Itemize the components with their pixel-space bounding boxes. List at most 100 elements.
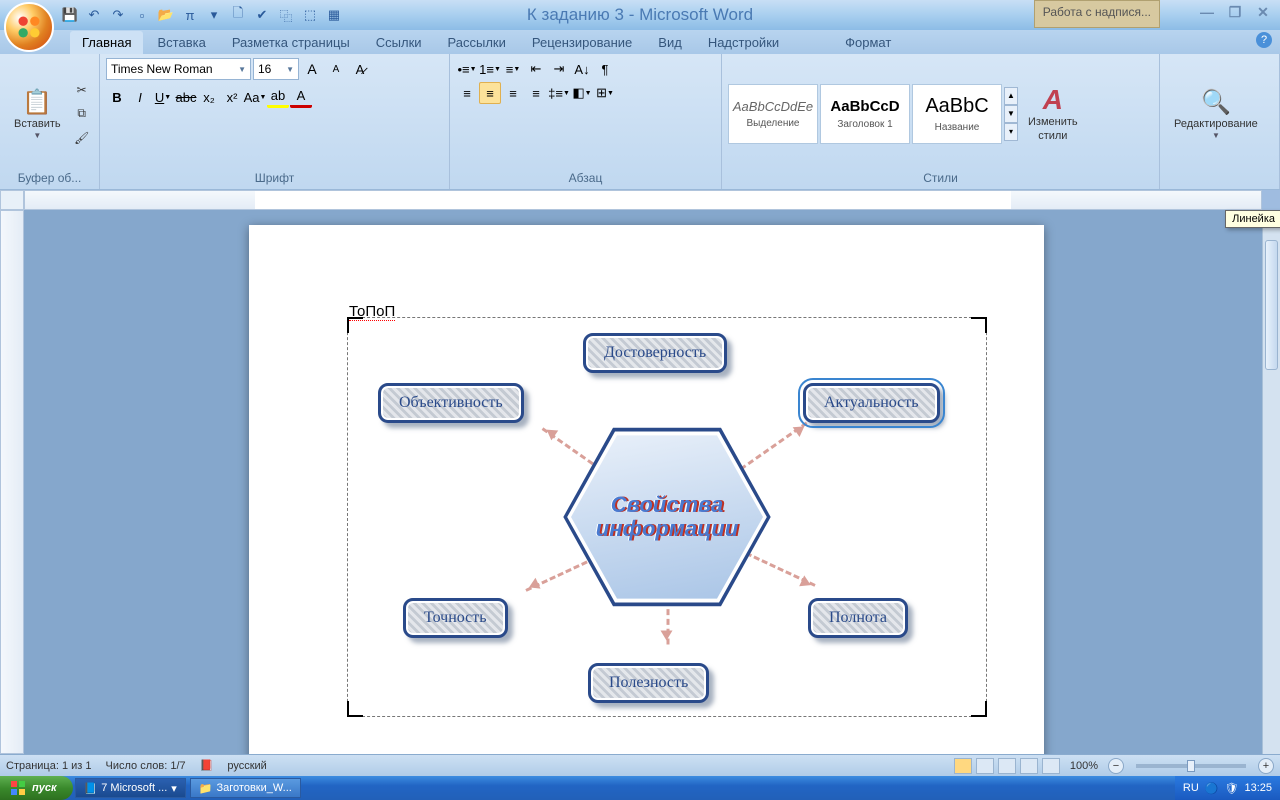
- canvas-icon[interactable]: ▦: [324, 5, 344, 25]
- editing-button[interactable]: 🔍 Редактирование ▼: [1166, 58, 1266, 169]
- view-outline[interactable]: [1020, 758, 1038, 774]
- status-words[interactable]: Число слов: 1/7: [106, 760, 186, 772]
- tray-icon[interactable]: 🛡: [1225, 782, 1239, 795]
- select-icon[interactable]: ⬚: [300, 5, 320, 25]
- start-button[interactable]: пуск: [0, 776, 73, 800]
- view-print-layout[interactable]: [954, 758, 972, 774]
- view-web[interactable]: [998, 758, 1016, 774]
- showmarks-icon[interactable]: ¶: [594, 58, 616, 80]
- superscript-icon[interactable]: x²: [221, 86, 243, 108]
- node-tl[interactable]: Объективность: [378, 383, 524, 423]
- strike-icon[interactable]: abc: [175, 86, 197, 108]
- change-case-icon[interactable]: Aa▼: [244, 86, 266, 108]
- style-gallery[interactable]: AaBbCcDdEeВыделение AaBbCcDЗаголовок 1 A…: [728, 84, 1018, 144]
- copy-icon[interactable]: ⧉: [71, 103, 93, 125]
- minimize-button[interactable]: —: [1196, 3, 1218, 21]
- style-item-0[interactable]: AaBbCcDdEeВыделение: [728, 84, 818, 144]
- node-bl[interactable]: Точность: [403, 598, 508, 638]
- save-icon[interactable]: 💾: [60, 5, 80, 25]
- vertical-scrollbar[interactable]: [1262, 210, 1280, 754]
- tab-mailings[interactable]: Рассылки: [436, 31, 518, 54]
- dec-indent-icon[interactable]: ⇤: [525, 58, 547, 80]
- node-top[interactable]: Достоверность: [583, 333, 727, 373]
- change-styles-button[interactable]: A Изменить стили: [1020, 80, 1086, 146]
- scrollbar-thumb[interactable]: [1265, 240, 1278, 370]
- justify-icon[interactable]: ≡: [525, 82, 547, 104]
- node-b3ottom[interactable]: Полезность: [588, 663, 709, 703]
- zoom-slider[interactable]: [1136, 764, 1246, 768]
- taskbar-item-folder[interactable]: 📁Заготовки_W...: [190, 778, 301, 798]
- grow-font-icon[interactable]: A: [301, 58, 323, 80]
- bullets-icon[interactable]: •≡▼: [456, 58, 478, 80]
- status-page[interactable]: Страница: 1 из 1: [6, 760, 92, 772]
- preview-icon[interactable]: 🗋: [228, 5, 248, 25]
- redo-icon[interactable]: ↷: [108, 5, 128, 25]
- status-proof-icon[interactable]: 📕: [200, 759, 214, 772]
- tab-insert[interactable]: Вставка: [145, 31, 217, 54]
- new-icon[interactable]: ▫: [132, 5, 152, 25]
- view-draft[interactable]: [1042, 758, 1060, 774]
- inc-indent-icon[interactable]: ⇥: [548, 58, 570, 80]
- tab-layout[interactable]: Разметка страницы: [220, 31, 362, 54]
- borders-icon[interactable]: ⊞▼: [594, 82, 616, 104]
- italic-icon[interactable]: I: [129, 86, 151, 108]
- zoom-level[interactable]: 100%: [1070, 760, 1098, 772]
- canvas-handle-bl[interactable]: [347, 701, 363, 717]
- horizontal-ruler[interactable]: [24, 190, 1262, 210]
- tab-home[interactable]: Главная: [70, 31, 143, 54]
- tab-view[interactable]: Вид: [646, 31, 694, 54]
- zoom-out-button[interactable]: −: [1108, 758, 1124, 774]
- center-shape[interactable]: Свойства информации: [567, 432, 767, 602]
- style-expand[interactable]: ▾: [1004, 123, 1018, 141]
- tab-format[interactable]: Формат: [833, 31, 903, 54]
- qat-dropdown-icon[interactable]: ▾: [204, 5, 224, 25]
- help-icon[interactable]: ?: [1256, 32, 1272, 48]
- document-page[interactable]: ТоПоП Свойства информации: [249, 225, 1044, 754]
- tab-review[interactable]: Рецензирование: [520, 31, 644, 54]
- font-color-icon[interactable]: A: [290, 86, 312, 108]
- undo-icon[interactable]: ↶: [84, 5, 104, 25]
- system-tray[interactable]: RU 🔵 🛡 13:25: [1175, 776, 1280, 800]
- format-painter-icon[interactable]: 🖌: [71, 127, 93, 149]
- style-scroll-up[interactable]: ▲: [1004, 87, 1018, 105]
- tray-icon[interactable]: 🔵: [1205, 782, 1219, 795]
- vertical-ruler[interactable]: [0, 210, 24, 754]
- shrink-font-icon[interactable]: A: [325, 58, 347, 80]
- open-icon[interactable]: 📂: [156, 5, 176, 25]
- line-spacing-icon[interactable]: ‡≡▼: [548, 82, 570, 104]
- align-left-icon[interactable]: ≡: [456, 82, 478, 104]
- zoom-in-button[interactable]: +: [1258, 758, 1274, 774]
- canvas-handle-br[interactable]: [971, 701, 987, 717]
- close-button[interactable]: ✕: [1252, 3, 1274, 21]
- sort-icon[interactable]: A↓: [571, 58, 593, 80]
- office-button[interactable]: [4, 2, 54, 52]
- spell-icon[interactable]: ✔: [252, 5, 272, 25]
- tab-addins[interactable]: Надстройки: [696, 31, 791, 54]
- font-size-combo[interactable]: 16▼: [253, 58, 299, 80]
- view-full-screen[interactable]: [976, 758, 994, 774]
- highlight-icon[interactable]: ab: [267, 86, 289, 108]
- style-item-1[interactable]: AaBbCcDЗаголовок 1: [820, 84, 910, 144]
- bold-icon[interactable]: B: [106, 86, 128, 108]
- canvas-handle-tr[interactable]: [971, 317, 987, 333]
- shading-icon[interactable]: ◧▼: [571, 82, 593, 104]
- group-icon[interactable]: ⿻: [276, 5, 296, 25]
- drawing-canvas[interactable]: Свойства информации Достоверность Объект…: [347, 317, 987, 717]
- tray-clock[interactable]: 13:25: [1244, 782, 1272, 794]
- align-right-icon[interactable]: ≡: [502, 82, 524, 104]
- tab-references[interactable]: Ссылки: [364, 31, 434, 54]
- cut-icon[interactable]: ✂: [71, 79, 93, 101]
- tray-lang[interactable]: RU: [1183, 782, 1199, 794]
- ruler-corner[interactable]: [0, 190, 24, 210]
- status-lang[interactable]: русский: [227, 760, 266, 772]
- symbol-icon[interactable]: π: [180, 5, 200, 25]
- node-tr[interactable]: Актуальность: [803, 383, 940, 423]
- clear-format-icon[interactable]: A̷: [349, 58, 371, 80]
- style-scroll-down[interactable]: ▼: [1004, 105, 1018, 123]
- style-item-2[interactable]: AaBbCНазвание: [912, 84, 1002, 144]
- align-center-icon[interactable]: ≡: [479, 82, 501, 104]
- numbering-icon[interactable]: 1≡▼: [479, 58, 501, 80]
- subscript-icon[interactable]: x₂: [198, 86, 220, 108]
- multilevel-icon[interactable]: ≡▼: [502, 58, 524, 80]
- paste-button[interactable]: 📋 Вставить ▼: [6, 58, 69, 169]
